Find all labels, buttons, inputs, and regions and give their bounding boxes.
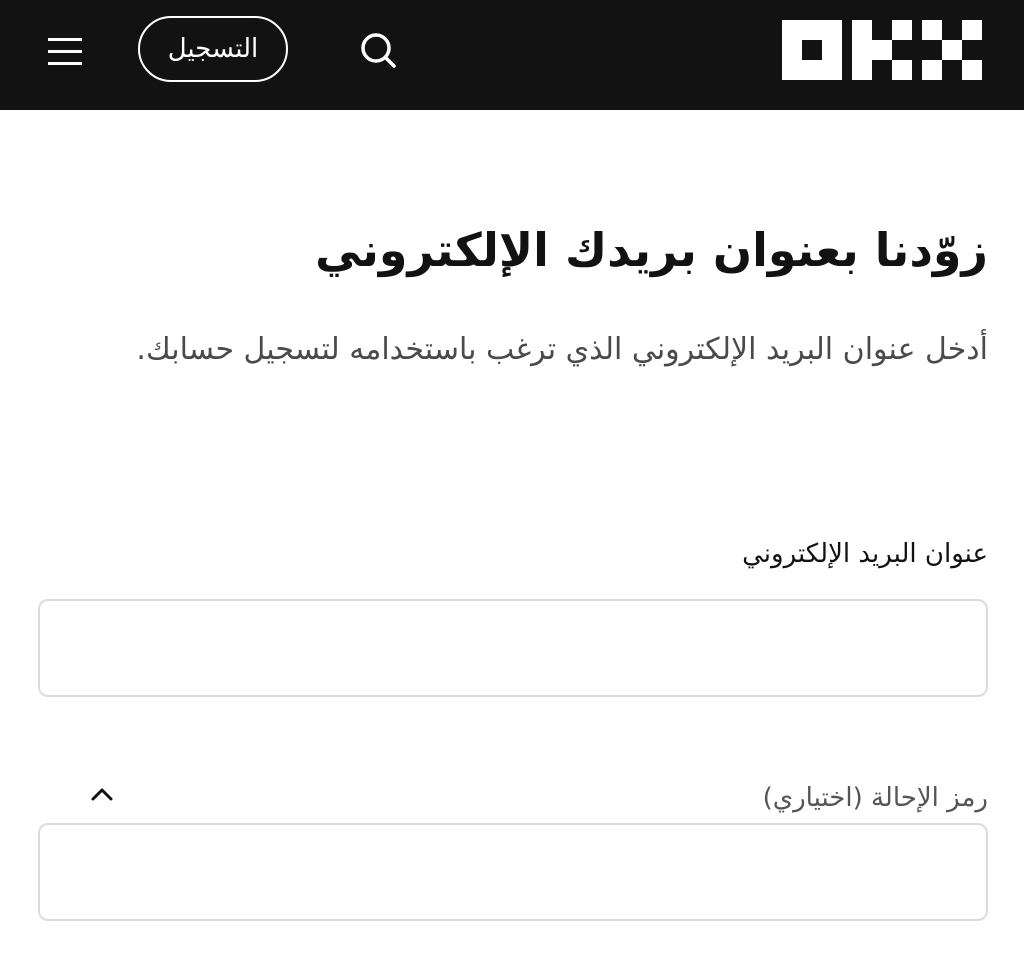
- page-subtitle: أدخل عنوان البريد الإلكتروني الذي ترغب ب…: [136, 332, 988, 367]
- referral-code-field[interactable]: [38, 823, 988, 921]
- chevron-up-icon[interactable]: [86, 783, 118, 807]
- email-field[interactable]: [38, 599, 988, 697]
- signup-button[interactable]: التسجيل: [138, 16, 288, 82]
- email-field-label: عنوان البريد الإلكتروني: [742, 539, 988, 569]
- page-title: زوّدنا بعنوان بريدك الإلكتروني: [315, 223, 988, 277]
- search-icon[interactable]: [356, 28, 400, 72]
- referral-code-label: رمز الإحالة (اختياري): [762, 783, 988, 813]
- hamburger-menu-icon[interactable]: [44, 32, 84, 72]
- top-navigation-bar: التسجيل: [0, 0, 1024, 110]
- okx-logo-icon[interactable]: [782, 20, 982, 80]
